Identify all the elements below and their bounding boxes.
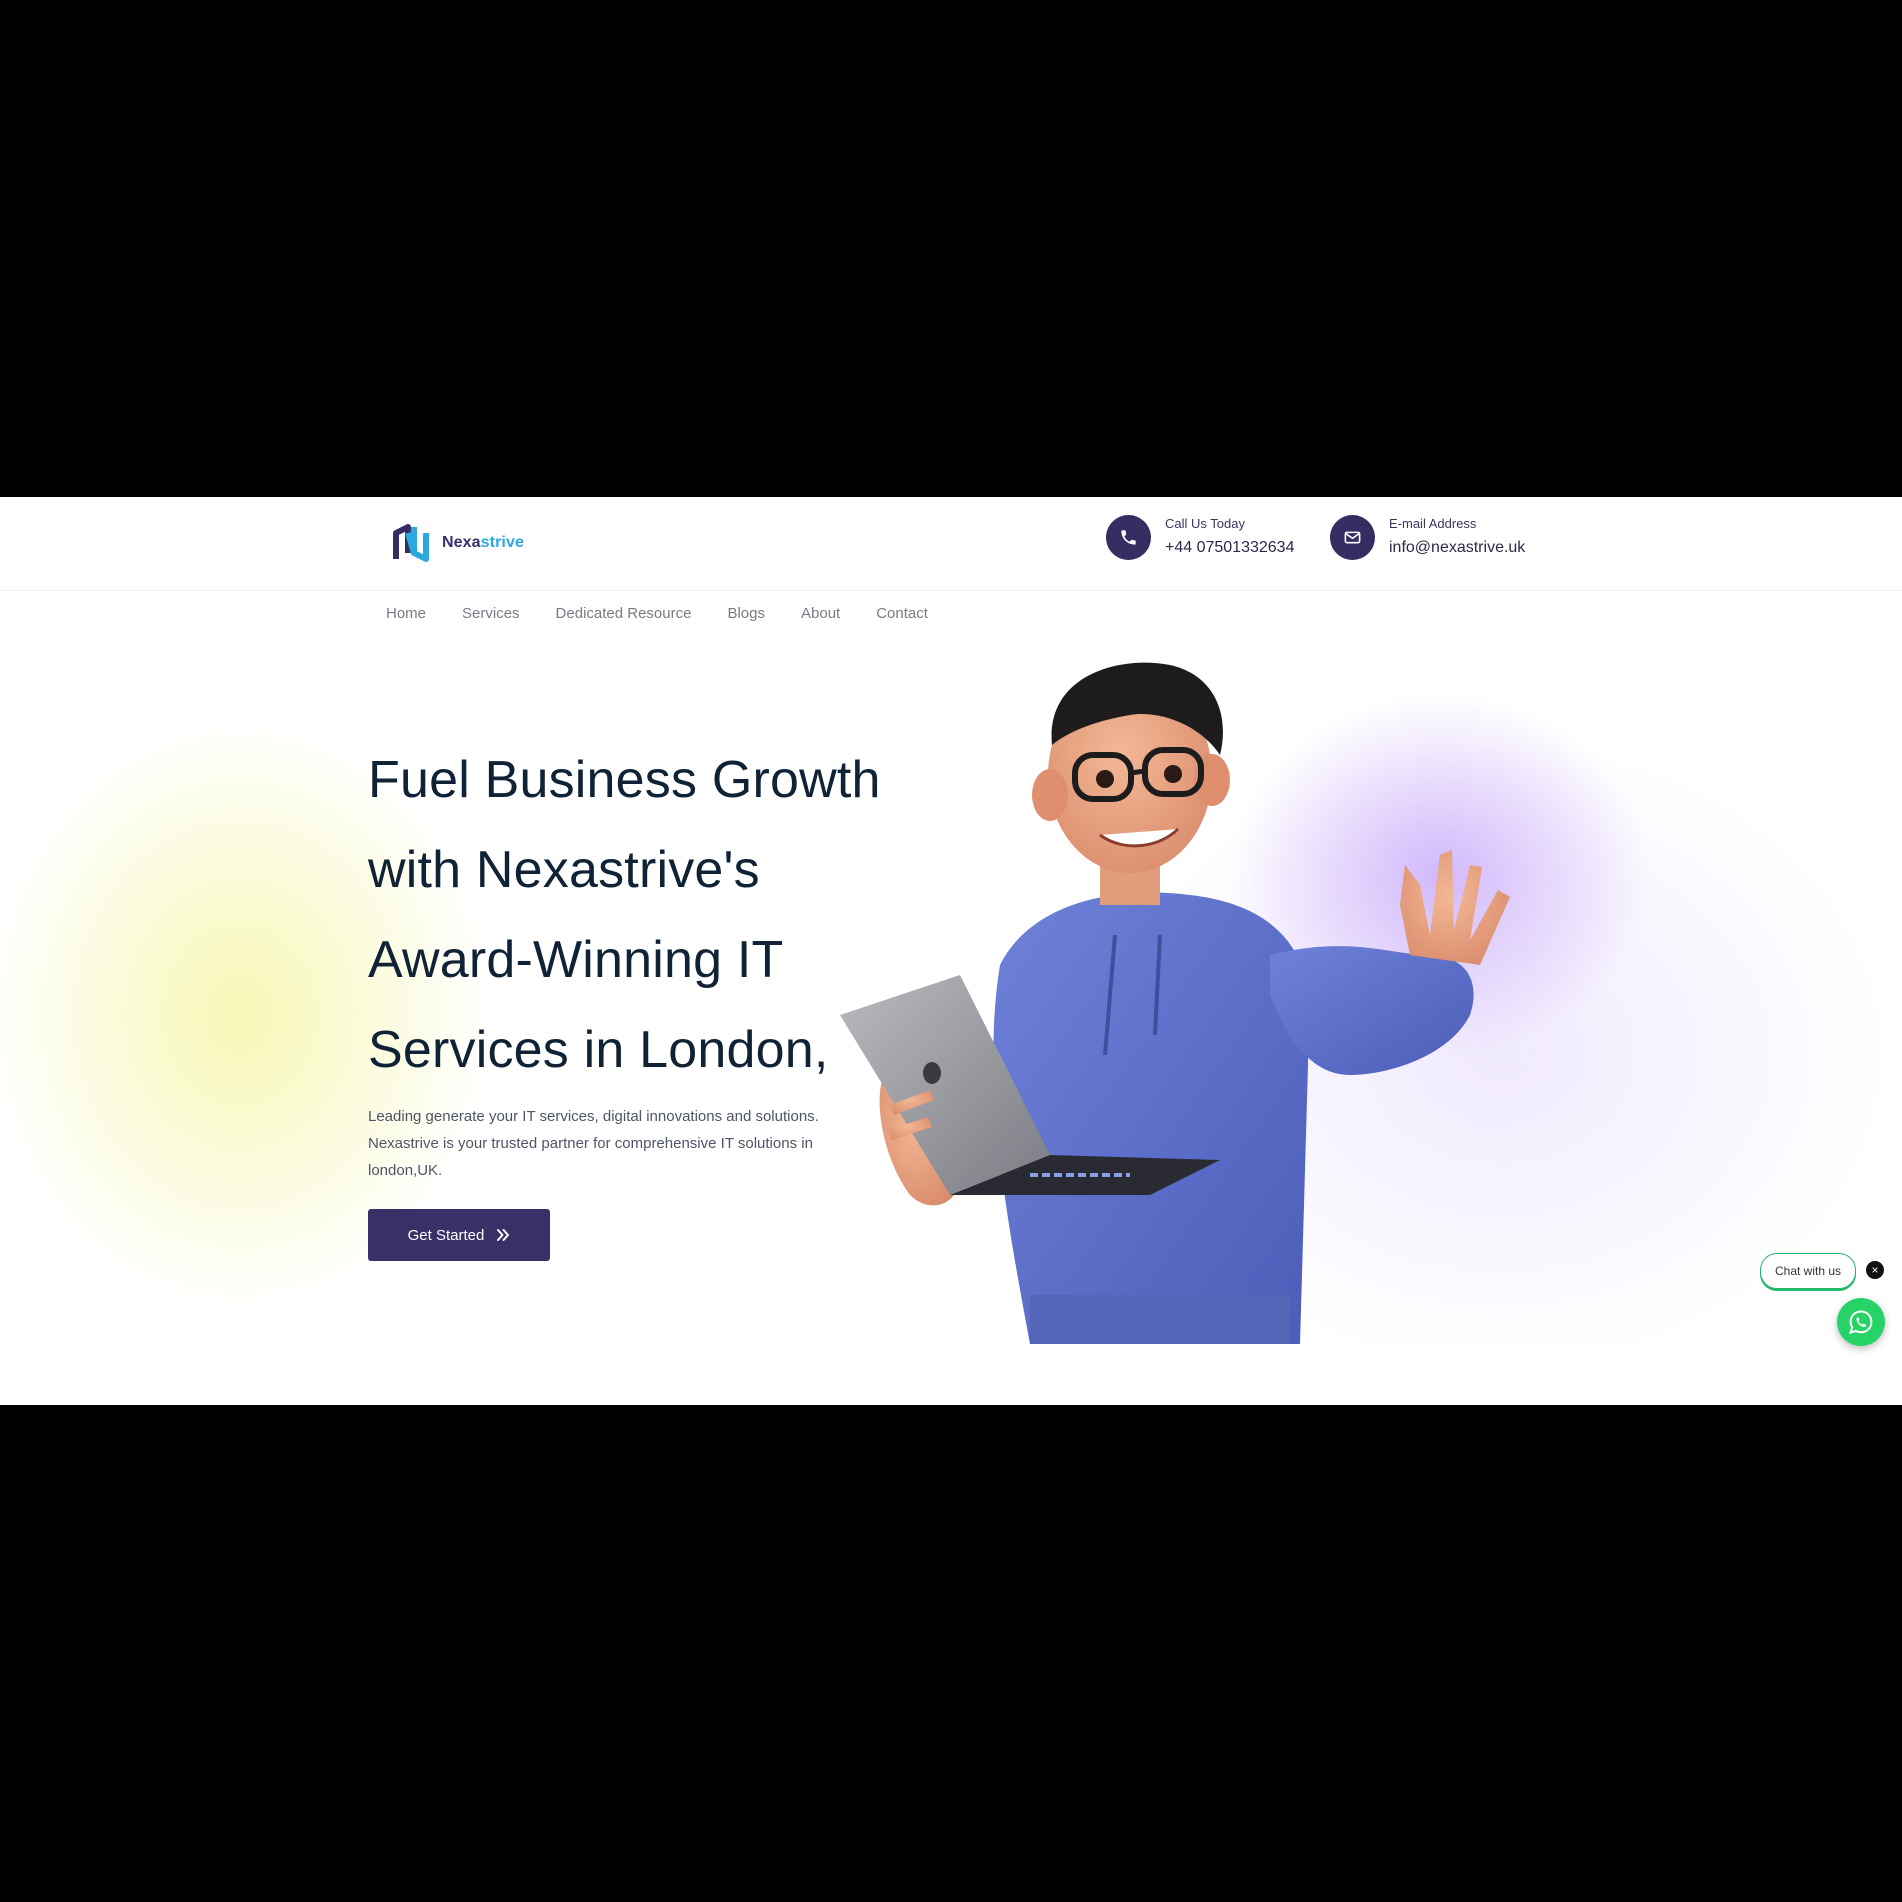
logo-wordmark-accent: strive [480, 534, 524, 551]
nav-item-home[interactable]: Home [386, 605, 426, 622]
hero-description-line-3: london,UK. [368, 1162, 443, 1179]
chat-bubble-text: Chat with us [1775, 1264, 1842, 1278]
nav-item-blogs[interactable]: Blogs [727, 605, 765, 622]
hero-character-illustration [840, 662, 1510, 1344]
top-header: Nexastrive Call Us Today +44 07501332634 [0, 497, 1902, 590]
email-address[interactable]: info@nexastrive.uk [1389, 537, 1525, 559]
main-nav: Home Services Dedicated Resource Blogs A… [0, 591, 1902, 635]
contact-phone[interactable]: Call Us Today +44 07501332634 [1106, 515, 1294, 560]
hero-section: Fuel Business Growth with Nexastrive's A… [0, 635, 1902, 1344]
phone-icon [1121, 530, 1136, 545]
envelope-icon [1344, 531, 1361, 544]
hero-description-line-1: Leading generate your IT services, digit… [368, 1108, 819, 1125]
contact-email[interactable]: E-mail Address info@nexastrive.uk [1330, 515, 1525, 560]
nav-item-dedicated-resource[interactable]: Dedicated Resource [556, 605, 692, 622]
browser-viewport: Nexastrive Call Us Today +44 07501332634 [0, 497, 1902, 1405]
hero-title-line-1: Fuel Business Growth [368, 751, 881, 809]
phone-label: Call Us Today [1165, 516, 1245, 531]
whatsapp-button[interactable] [1837, 1298, 1885, 1346]
logo-wordmark: Nexastrive [442, 534, 524, 552]
double-chevron-right-icon [497, 1229, 510, 1241]
get-started-label: Get Started [407, 1226, 485, 1244]
chat-close-button[interactable]: × [1866, 1261, 1884, 1279]
email-icon-circle [1330, 515, 1375, 560]
hero-title-line-3: Award-Winning IT [368, 931, 784, 989]
chat-with-us-bubble[interactable]: Chat with us [1760, 1253, 1857, 1289]
logo-mark-icon [393, 524, 429, 562]
phone-icon-circle [1106, 515, 1151, 560]
hero-title-line-4: Services in London, [368, 1021, 829, 1079]
hero-description: Leading generate your IT services, digit… [368, 1103, 888, 1184]
site-logo[interactable]: Nexastrive [388, 519, 524, 567]
phone-number[interactable]: +44 07501332634 [1165, 537, 1294, 559]
get-started-button[interactable]: Get Started [368, 1209, 550, 1261]
hero-description-line-2: Nexastrive is your trusted partner for c… [368, 1135, 813, 1152]
nav-item-services[interactable]: Services [462, 605, 520, 622]
logo-wordmark-primary: Nexa [442, 534, 481, 551]
email-label: E-mail Address [1389, 516, 1477, 531]
whatsapp-icon [1849, 1310, 1873, 1334]
nav-item-about[interactable]: About [801, 605, 840, 622]
hero-title-line-2: with Nexastrive's [368, 841, 760, 899]
nav-item-contact[interactable]: Contact [876, 605, 928, 622]
